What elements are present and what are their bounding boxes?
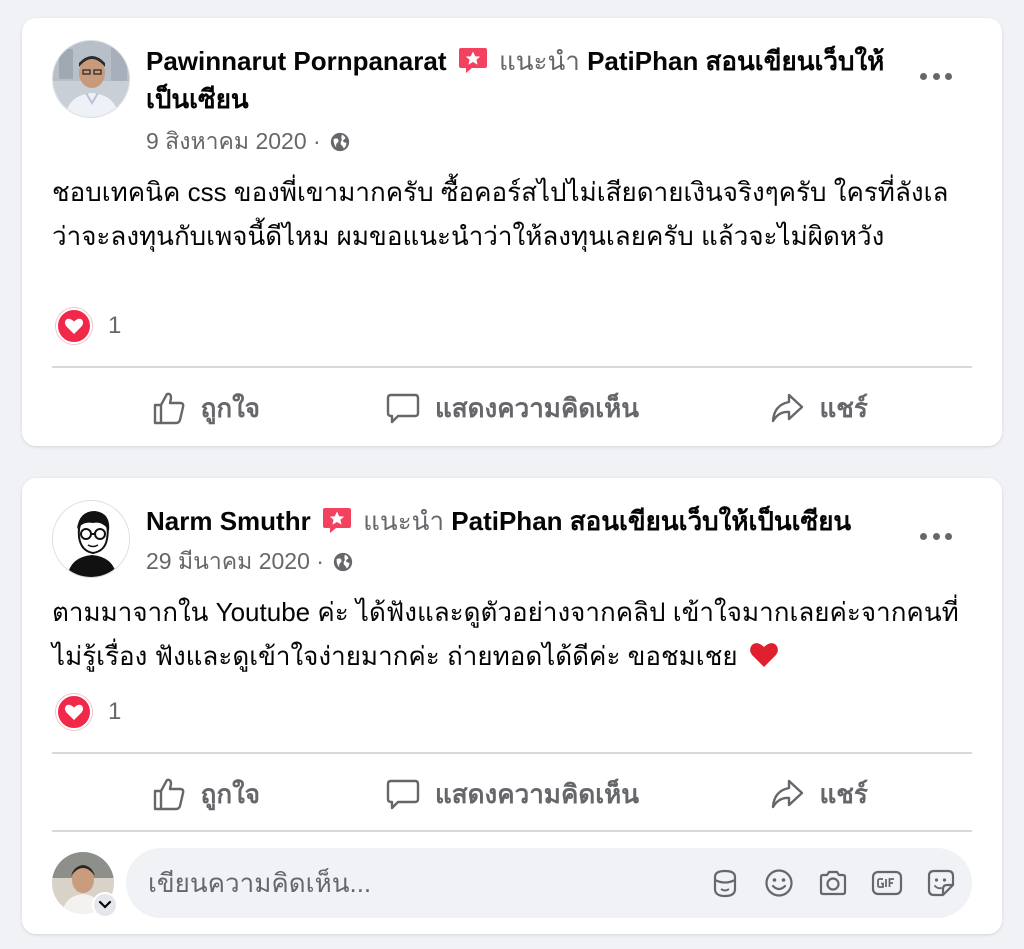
post-header: Narm Smuthr แนะนำ PatiPhan สอนเขียนเว็บใ… (146, 502, 892, 540)
post-date[interactable]: 29 มีนาคม 2020 · (146, 544, 324, 580)
recommend-star-icon (322, 506, 352, 534)
post-date[interactable]: 9 สิงหาคม 2020 · (146, 124, 321, 160)
like-button[interactable]: ถูกใจ (52, 764, 359, 824)
post-meta: 29 มีนาคม 2020 · (146, 544, 354, 580)
love-reaction-icon (56, 694, 92, 730)
comment-tools (688, 866, 972, 900)
action-bar: ถูกใจ แสดงความคิดเห็น แชร์ (52, 378, 972, 438)
emoji-icon[interactable] (762, 866, 796, 900)
share-arrow-icon (772, 779, 804, 809)
page-name[interactable]: PatiPhan สอนเขียนเว็บให้เป็นเซียน (451, 506, 851, 536)
reaction-count: 1 (108, 312, 122, 339)
reaction-summary[interactable]: 1 (56, 694, 121, 730)
post-header: Pawinnarut Pornpanarat แนะนำ PatiPhan สอ… (146, 42, 892, 118)
chevron-down-icon[interactable] (92, 892, 118, 918)
post-text-container: ตามมาจากใน Youtube ค่ะ ได้ฟังและดูตัวอย่… (52, 590, 962, 678)
author-name[interactable]: Pawinnarut Pornpanarat (146, 46, 447, 76)
comment-box (126, 848, 972, 918)
comment-bubble-icon (386, 393, 420, 424)
comment-label: แสดงความคิดเห็น (435, 392, 640, 423)
action-bar: ถูกใจ แสดงความคิดเห็น แชร์ (52, 764, 972, 824)
post-text: ตามมาจากใน Youtube ค่ะ ได้ฟังและดูตัวอย่… (52, 597, 959, 671)
globe-icon (330, 132, 349, 152)
divider (52, 366, 972, 368)
globe-icon (333, 552, 353, 572)
reaction-count: 1 (108, 698, 122, 725)
comment-button[interactable]: แสดงความคิดเห็น (359, 764, 666, 824)
divider (52, 752, 972, 754)
share-label: แชร์ (819, 392, 868, 423)
more-dot (945, 72, 952, 80)
thumbs-up-icon (153, 778, 185, 811)
thumbs-up-icon (153, 392, 185, 425)
more-dot (932, 72, 940, 80)
post-meta: 9 สิงหาคม 2020 · (146, 124, 351, 160)
comment-label: แสดงความคิดเห็น (435, 778, 640, 809)
camera-icon[interactable] (816, 866, 850, 900)
share-label: แชร์ (819, 778, 868, 809)
divider (52, 830, 972, 832)
share-arrow-icon (772, 393, 804, 423)
reaction-summary[interactable]: 1 (56, 308, 121, 344)
love-reaction-icon (56, 308, 92, 344)
more-dot (932, 532, 940, 540)
more-options-button[interactable] (916, 526, 956, 546)
like-button[interactable]: ถูกใจ (52, 378, 359, 438)
avatar-sticker-icon[interactable] (708, 866, 742, 900)
sticker-icon[interactable] (924, 866, 958, 900)
more-options-button[interactable] (916, 66, 956, 86)
author-avatar[interactable] (52, 500, 130, 578)
review-post-2: Narm Smuthr แนะนำ PatiPhan สอนเขียนเว็บใ… (22, 478, 1002, 934)
more-dot (920, 532, 927, 540)
recommend-star-icon (458, 46, 488, 74)
more-dot (945, 532, 952, 540)
comment-button[interactable]: แสดงความคิดเห็น (359, 378, 666, 438)
more-dot (920, 72, 927, 80)
recommends-label: แนะนำ (363, 506, 445, 536)
like-label: ถูกใจ (200, 392, 261, 423)
post-text: ชอบเทคนิค css ของพี่เขามากครับ ซื้อคอร์ส… (52, 177, 949, 251)
like-label: ถูกใจ (200, 778, 261, 809)
comment-composer (52, 848, 972, 918)
author-name[interactable]: Narm Smuthr (146, 506, 311, 536)
comment-bubble-icon (386, 779, 420, 810)
author-avatar[interactable] (52, 40, 130, 118)
share-button[interactable]: แชร์ (665, 378, 972, 438)
share-button[interactable]: แชร์ (665, 764, 972, 824)
red-heart-emoji-icon (749, 643, 778, 667)
review-post-1: Pawinnarut Pornpanarat แนะนำ PatiPhan สอ… (22, 18, 1002, 446)
comment-input[interactable] (148, 867, 688, 899)
recommends-label: แนะนำ (498, 46, 580, 76)
gif-icon[interactable] (870, 866, 904, 900)
